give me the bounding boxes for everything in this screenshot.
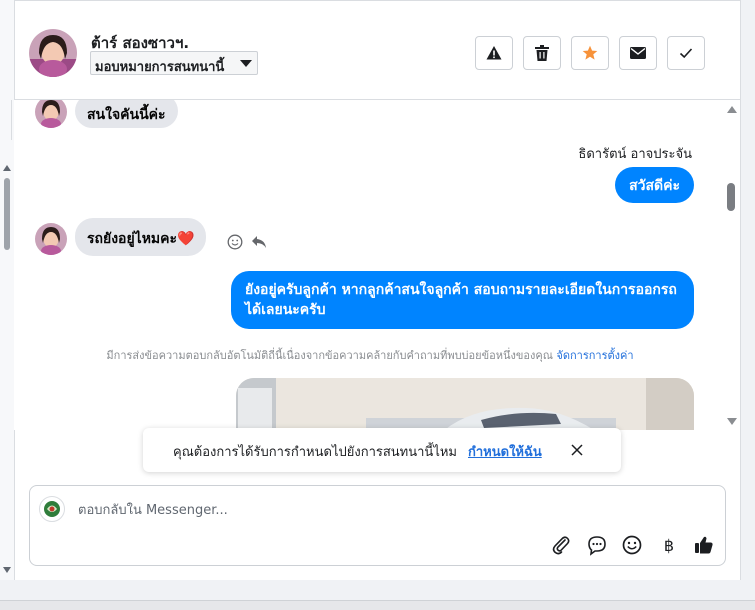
contact-avatar-small[interactable] bbox=[35, 223, 67, 255]
outgoing-message[interactable]: สวัสดีค่ะ bbox=[615, 167, 694, 203]
envelope-icon bbox=[630, 47, 646, 59]
svg-text:฿: ฿ bbox=[664, 536, 674, 555]
incoming-message[interactable]: รถยังอยู่ไหมคะ❤️ bbox=[75, 218, 207, 256]
baht-icon[interactable]: ฿ bbox=[658, 534, 680, 556]
report-button[interactable] bbox=[475, 36, 513, 70]
trash-icon bbox=[535, 45, 549, 61]
scroll-thumb[interactable] bbox=[4, 178, 10, 250]
contact-avatar-small[interactable] bbox=[35, 100, 67, 128]
star-button[interactable] bbox=[571, 36, 609, 70]
reply-input[interactable] bbox=[76, 498, 680, 522]
scroll-down-arrow[interactable] bbox=[3, 567, 11, 573]
scroll-up-arrow[interactable] bbox=[3, 165, 11, 171]
page-avatar bbox=[39, 496, 65, 522]
star-icon bbox=[582, 45, 598, 60]
manage-settings-link[interactable]: จัดการการตั้งค่า bbox=[556, 349, 633, 362]
message-thread[interactable]: สนใจคันนี้ค่ะ ธิดารัตน์ อาจประจัน สวัสดี… bbox=[14, 100, 726, 430]
thread-scrollbar[interactable] bbox=[724, 100, 740, 430]
reply-composer: ฿ bbox=[29, 485, 726, 566]
auto-reply-note: มีการส่งข้อความตอบกลับอัตโนมัติถี่นี้เนื… bbox=[14, 346, 726, 364]
scroll-up-arrow[interactable] bbox=[727, 106, 737, 113]
scroll-down-arrow[interactable] bbox=[727, 418, 737, 425]
scroll-thumb[interactable] bbox=[727, 183, 735, 211]
auto-reply-text: มีการส่งข้อความตอบกลับอัตโนมัติถี่นี้เนื… bbox=[106, 349, 553, 362]
reply-icon[interactable] bbox=[251, 235, 267, 249]
assign-conversation-dropdown[interactable]: มอบหมายการสนทนานี้ bbox=[90, 51, 258, 75]
saved-reply-icon[interactable] bbox=[586, 534, 608, 556]
thumbs-up-icon[interactable] bbox=[693, 534, 715, 556]
paperclip-icon[interactable] bbox=[550, 534, 572, 556]
react-emoji-icon[interactable] bbox=[227, 234, 243, 250]
check-icon bbox=[679, 48, 693, 59]
toast-message: คุณต้องการได้รับการกำหนดไปยังการสนทนานี้… bbox=[173, 445, 457, 460]
photo-attachment[interactable] bbox=[236, 378, 694, 430]
conversation-header: ต้าร์ สองซาวฯ. มอบหมายการสนทนานี้ bbox=[14, 0, 740, 100]
mark-unread-button[interactable] bbox=[619, 36, 657, 70]
emoji-icon[interactable] bbox=[621, 534, 643, 556]
assign-to-me-link[interactable]: กำหนดให้ฉัน bbox=[468, 441, 542, 462]
left-pane-scrollbar[interactable] bbox=[0, 0, 15, 580]
incoming-message[interactable]: สนใจคันนี้ค่ะ bbox=[75, 100, 178, 128]
mark-done-button[interactable] bbox=[667, 36, 705, 70]
sender-name: ธิดารัตน์ อาจประจัน bbox=[578, 147, 692, 162]
delete-button[interactable] bbox=[523, 36, 561, 70]
warning-triangle-icon bbox=[486, 46, 502, 60]
contact-avatar[interactable] bbox=[29, 29, 77, 77]
chevron-down-icon bbox=[240, 60, 252, 67]
close-icon[interactable] bbox=[569, 442, 585, 458]
outgoing-message[interactable]: ยังอยู่ครับลูกค้า หากลูกค้าสนใจลูกค้า สอ… bbox=[231, 271, 694, 329]
assign-label: มอบหมายการสนทนานี้ bbox=[95, 60, 225, 75]
left-pane-edge bbox=[3, 100, 12, 140]
assign-prompt-toast: คุณต้องการได้รับการกำหนดไปยังการสนทนานี้… bbox=[143, 428, 621, 472]
